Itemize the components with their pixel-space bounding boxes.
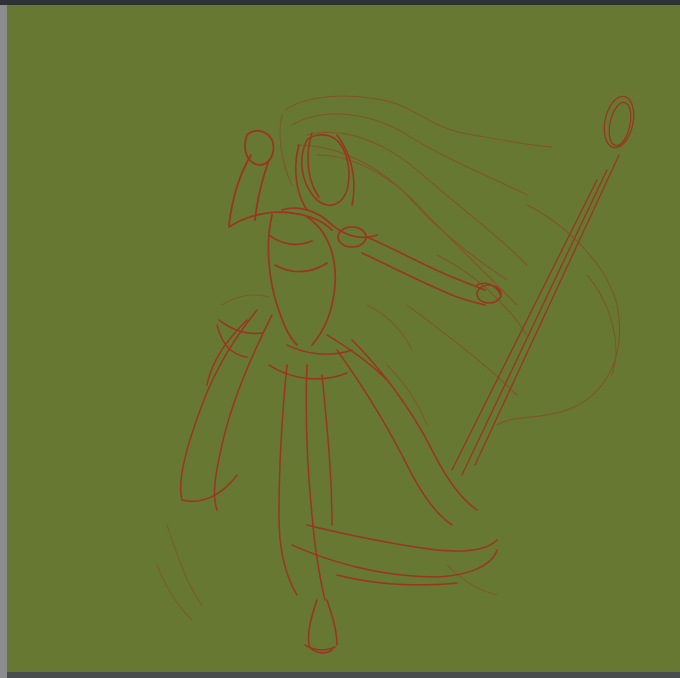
left-scrollbar[interactable] (0, 5, 7, 678)
app-window (0, 0, 680, 678)
drawing-canvas[interactable] (7, 5, 673, 672)
legs-sketch (278, 364, 498, 601)
head-sketch (294, 132, 355, 211)
extended-arm (361, 236, 502, 306)
skirt-drapery (179, 309, 478, 526)
raised-fist (228, 129, 275, 226)
guide-strokes (156, 294, 498, 621)
bottom-scrollbar[interactable] (7, 672, 680, 678)
hair-flow-lines (279, 95, 621, 426)
feet-sketch (304, 599, 338, 654)
torso-sketch (228, 207, 378, 346)
canvas-right-edge (673, 5, 680, 672)
sketch-artwork (156, 95, 635, 654)
